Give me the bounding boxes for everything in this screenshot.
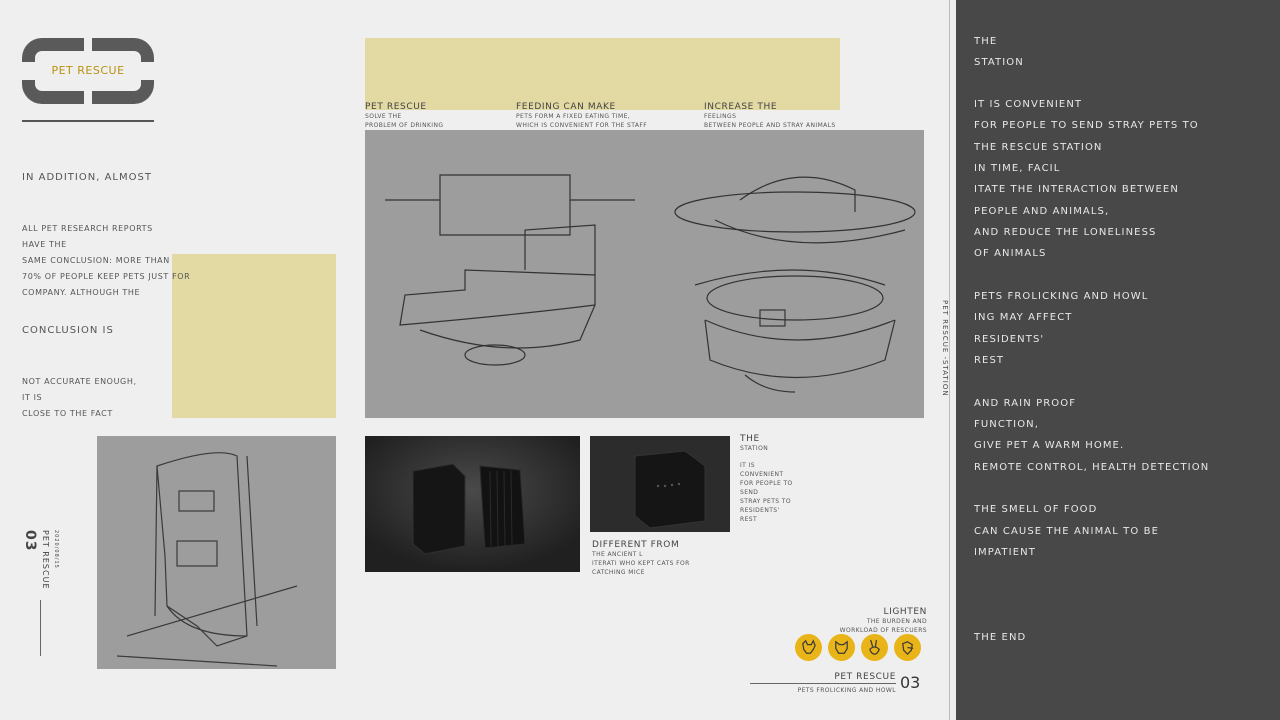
sketch-image-stations bbox=[365, 130, 924, 418]
caption-line: iterati who kept cats for bbox=[592, 560, 690, 567]
caption-line: which is convenient for the staff bbox=[516, 122, 648, 129]
caption-line: convenient bbox=[740, 471, 784, 478]
product-photo-2 bbox=[590, 436, 730, 532]
panel-line: can cause the animal to be bbox=[974, 526, 1160, 537]
bird-icon bbox=[894, 634, 921, 661]
caption-1: Pet Rescue Solve the problem of drinking bbox=[365, 102, 510, 130]
panel-line: The end bbox=[974, 632, 1027, 643]
footer-sub: pets frolicking and howl bbox=[797, 687, 896, 694]
panel-line: ing may affect bbox=[974, 312, 1073, 323]
caption-line: problem of drinking bbox=[365, 122, 444, 129]
vertical-sub: 2020/08/15 bbox=[53, 530, 59, 569]
sketch-stations-drawing bbox=[385, 174, 916, 393]
panel-line: Remote control, health detection bbox=[974, 462, 1210, 473]
left-heading: In addition, almost bbox=[22, 172, 152, 183]
vertical-title: Pet Rescue bbox=[41, 530, 50, 590]
caption-3: Increase the feelings between people and… bbox=[704, 102, 884, 130]
caption-line: between people and stray animals bbox=[704, 122, 836, 129]
panel-line: for people to send stray pets to bbox=[974, 120, 1199, 131]
right-divider bbox=[949, 0, 950, 720]
panel-line: residents' bbox=[974, 334, 1045, 345]
lighten-block: Lighten the burden and workload of rescu… bbox=[790, 607, 927, 635]
yellow-banner-top bbox=[365, 38, 840, 110]
caption-line: catching mice bbox=[592, 569, 645, 576]
left-line: have the bbox=[22, 240, 67, 249]
left-line: not accurate enough, bbox=[22, 377, 137, 386]
left-line: close to the fact bbox=[22, 409, 113, 418]
left-line: all pet research reports bbox=[22, 224, 153, 233]
caption-line: for people to bbox=[740, 480, 793, 487]
sketch-tower-drawing bbox=[116, 452, 298, 667]
caption-line: the ancient L bbox=[592, 551, 643, 558]
bottom-caption: different from the ancient L iterati who… bbox=[592, 540, 732, 577]
panel-line: and reduce the loneliness bbox=[974, 227, 1157, 238]
product-photo-1 bbox=[365, 436, 580, 572]
product-render-1 bbox=[365, 436, 580, 572]
caption-2: Feeding can make pets form a fixed eatin… bbox=[516, 102, 696, 130]
vertical-divider-left bbox=[40, 600, 41, 656]
footer-number: 03 bbox=[900, 673, 921, 692]
lighten-title: Lighten bbox=[883, 607, 927, 617]
bottom-caption-title: different from bbox=[592, 540, 680, 550]
caption-line: stray pets to bbox=[740, 498, 791, 505]
panel-line: Pets frolicking and howl bbox=[974, 291, 1149, 302]
panel-line: function, bbox=[974, 419, 1040, 430]
caption-line: the burden and bbox=[866, 618, 927, 625]
left-line: same conclusion: more than bbox=[22, 256, 170, 265]
caption-title: Feeding can make bbox=[516, 102, 616, 112]
footer-title: Pet Rescue bbox=[834, 672, 896, 682]
left-line: company. Although the bbox=[22, 288, 141, 297]
panel-line: people and animals, bbox=[974, 206, 1110, 217]
vertical-label-left: 03 Pet Rescue 2020/08/15 bbox=[22, 530, 59, 590]
dog-icon bbox=[795, 634, 822, 661]
panel-line: rest bbox=[974, 355, 1005, 366]
rabbit-icon bbox=[861, 634, 888, 661]
caption-line: residents' bbox=[740, 507, 780, 514]
divider bbox=[22, 120, 154, 122]
left-paragraph-2: not accurate enough, it is close to the … bbox=[22, 374, 222, 422]
panel-line: in time, facil bbox=[974, 163, 1061, 174]
panel-line: The bbox=[974, 36, 998, 47]
sketch-image-tower bbox=[97, 436, 336, 669]
product-render-2 bbox=[590, 436, 730, 532]
panel-line: The smell of food bbox=[974, 504, 1098, 515]
left-paragraph-1: all pet research reports have the same c… bbox=[22, 221, 262, 301]
panel-line: station bbox=[974, 57, 1024, 68]
panel-line: impatient bbox=[974, 547, 1036, 558]
caption-line: Solve the bbox=[365, 113, 402, 120]
panel-line: itate the interaction between bbox=[974, 184, 1179, 195]
mid-caption-title: The bbox=[740, 434, 760, 444]
animal-icons bbox=[795, 634, 921, 661]
mid-caption: The station it is convenient for people … bbox=[740, 434, 800, 524]
panel-line: give pet a warm home. bbox=[974, 440, 1125, 451]
panel-line: It is convenient bbox=[974, 99, 1083, 110]
side-panel: The station It is convenient for people … bbox=[956, 0, 1280, 720]
logo-title: Pet Rescue bbox=[51, 64, 125, 77]
caption-line: feelings bbox=[704, 113, 737, 120]
left-line: it is bbox=[22, 393, 43, 402]
panel-line: the rescue station bbox=[974, 142, 1103, 153]
left-line: 70% of people keep pets just for bbox=[22, 272, 191, 281]
caption-line: pets form a fixed eating time, bbox=[516, 113, 631, 120]
caption-title: Pet Rescue bbox=[365, 102, 427, 112]
logo: Pet Rescue bbox=[22, 38, 154, 104]
caption-line: it is bbox=[740, 462, 755, 469]
mid-caption-subtitle: station bbox=[740, 445, 769, 452]
panel-line: of animals bbox=[974, 248, 1047, 259]
vertical-number: 03 bbox=[22, 530, 38, 552]
caption-line: send bbox=[740, 489, 759, 496]
panel-line: and rain proof bbox=[974, 398, 1077, 409]
footer-divider bbox=[750, 683, 896, 684]
conclusion-label: conclusion is bbox=[22, 325, 114, 336]
vertical-label-right: Pet Rescue -station bbox=[941, 300, 949, 397]
caption-line: rest bbox=[740, 516, 758, 523]
caption-title: Increase the bbox=[704, 102, 778, 112]
cat-icon bbox=[828, 634, 855, 661]
